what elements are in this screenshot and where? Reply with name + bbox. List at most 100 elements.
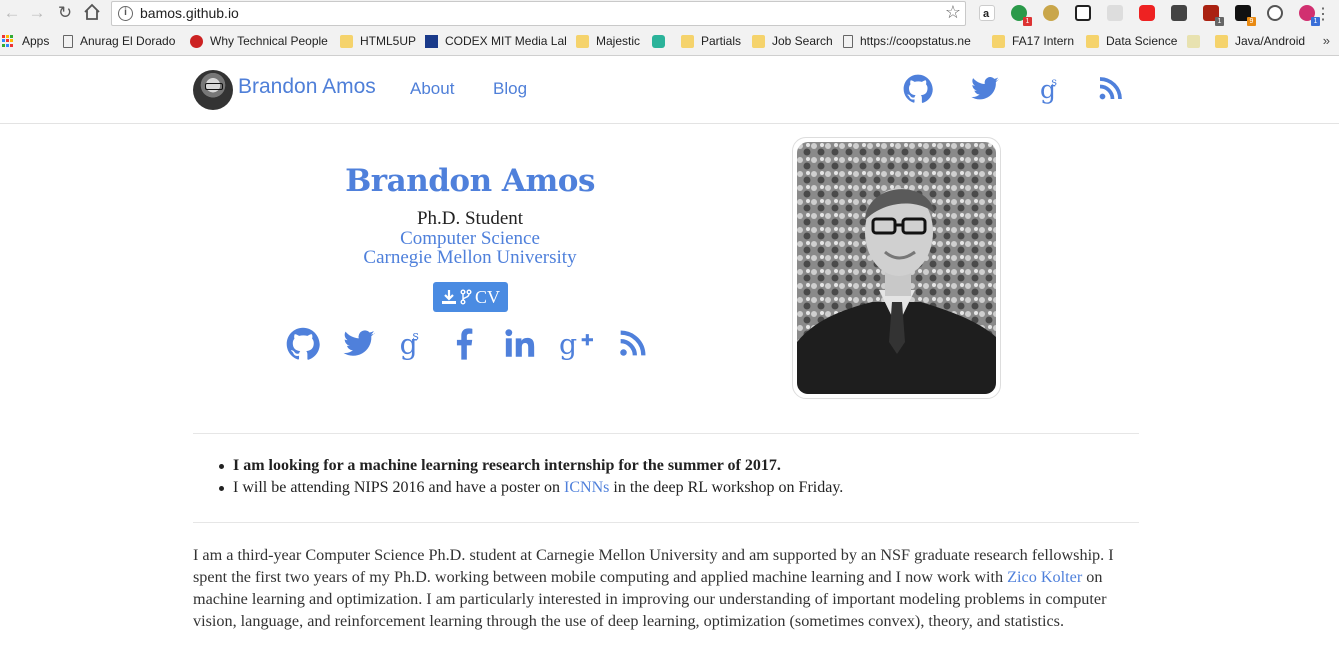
svg-text:a: a (983, 8, 990, 20)
bookmark-label: Why Technical People (210, 34, 328, 48)
extension-icon[interactable] (1075, 5, 1091, 21)
branch-icon (460, 289, 472, 305)
reload-icon[interactable]: ↻ (55, 3, 75, 23)
linkedin-icon[interactable] (503, 327, 537, 361)
bookmarks-bar: Apps Anurag El Dorado Why Technical Peop… (0, 30, 1339, 52)
svg-text:s: s (412, 329, 419, 344)
news-text: I will be attending NIPS 2016 and have a… (233, 479, 565, 496)
google-plus-icon[interactable]: g (559, 327, 593, 361)
folder-icon (340, 34, 353, 48)
extension-icon[interactable] (1139, 5, 1155, 21)
bookmark-label: HTML5UP (360, 34, 417, 48)
page-title: Brandon Amos (345, 163, 595, 199)
bookmark-star-icon[interactable]: ☆ (945, 2, 961, 23)
forward-icon[interactable]: → (27, 3, 47, 23)
bookmark-item[interactable]: Why Technical People (190, 32, 328, 50)
bookmark-apps[interactable]: Apps (2, 32, 49, 50)
folder-icon (1086, 34, 1099, 48)
bookmark-item[interactable]: Partials (681, 32, 741, 50)
bookmark-label: Majestic (596, 34, 641, 48)
bookmark-item[interactable]: Job Search (752, 32, 833, 50)
extension-icon[interactable]: 1 (1011, 5, 1032, 26)
more-bookmarks-icon[interactable]: » (1323, 33, 1330, 48)
news-item: I will be attending NIPS 2016 and have a… (219, 477, 1133, 499)
bookmark-label: CODEX MIT Media Lal (445, 34, 567, 48)
extension-badge: 1 (1215, 17, 1224, 26)
apps-icon (2, 34, 15, 48)
ublock-icon[interactable]: 1 (1203, 5, 1224, 26)
bookmark-label: Partials (701, 34, 742, 48)
bookmark-item[interactable]: Data Science (1086, 32, 1177, 50)
google-scholar-icon[interactable]: gs (394, 327, 428, 361)
extension-badge: 9 (1247, 17, 1256, 26)
portrait-image (797, 142, 996, 394)
address-url[interactable]: bamos.github.io (140, 5, 239, 21)
extension-badge: 1 (1023, 17, 1032, 26)
bookmark-item[interactable]: https://coopstatus.ne (843, 32, 971, 50)
extension-icon[interactable] (1043, 5, 1059, 21)
amazon-extension-icon[interactable]: a (979, 5, 995, 21)
extension-icon[interactable] (1107, 5, 1123, 21)
extension-icon[interactable] (1267, 5, 1283, 21)
bookmark-item[interactable]: Anurag El Dorado (63, 32, 175, 50)
site-icon (652, 34, 665, 48)
address-bar[interactable]: i bamos.github.io ☆ (111, 1, 966, 26)
download-icon (441, 290, 456, 304)
brand-link[interactable]: Brandon Amos (238, 75, 376, 99)
bookmark-label: Apps (22, 34, 50, 48)
nav-blog[interactable]: Blog (493, 79, 527, 99)
avatar[interactable] (193, 70, 233, 110)
facebook-icon[interactable] (447, 327, 481, 361)
profile-photo (792, 137, 1001, 399)
site-info-icon[interactable]: i (118, 6, 133, 21)
google-scholar-icon[interactable]: gs (1035, 74, 1065, 104)
bookmark-item[interactable]: CODEX MIT Media Lal (425, 32, 567, 50)
bio-paragraph: I am a third-year Computer Science Ph.D.… (193, 544, 1139, 632)
extension-icon[interactable] (1171, 5, 1187, 21)
news-text: in the deep RL workshop on Friday. (609, 479, 844, 496)
bookmark-item[interactable]: FA17 Intern (992, 32, 1074, 50)
university-link[interactable]: Carnegie Mellon University (250, 247, 690, 269)
bookmark-label: Job Search (772, 34, 833, 48)
folder-icon (992, 34, 1005, 48)
site-icon (425, 34, 438, 48)
site-icon (1187, 34, 1200, 48)
bookmark-label: FA17 Intern (1012, 34, 1075, 48)
bookmark-item[interactable]: Java/Android (1215, 32, 1305, 50)
bookmark-label: Data Science (1106, 34, 1178, 48)
browser-menu-icon[interactable]: ⋮ (1315, 4, 1331, 24)
bookmark-item[interactable] (652, 32, 672, 50)
folder-icon (752, 34, 765, 48)
bookmark-item[interactable]: Majestic (576, 32, 640, 50)
folder-icon (1215, 34, 1228, 48)
role-text: Ph.D. Student (416, 208, 524, 229)
folder-icon (681, 34, 694, 48)
rss-icon[interactable] (615, 327, 649, 361)
svg-text:g: g (559, 328, 577, 361)
github-icon[interactable] (903, 74, 933, 104)
amazon-assistant-icon[interactable]: 9 (1235, 5, 1256, 26)
news-list: I am looking for a machine learning rese… (219, 455, 1133, 499)
browser-chrome: ← → ↻ i bamos.github.io ☆ a 1 1 9 1 ⋮ Ap… (0, 0, 1339, 56)
news-item: I am looking for a machine learning rese… (219, 455, 1133, 477)
site-icon (190, 34, 203, 48)
home-icon[interactable] (82, 3, 102, 23)
extension-icon[interactable]: 1 (1299, 5, 1320, 26)
advisor-link[interactable]: Zico Kolter (1007, 568, 1082, 586)
bio-text: I am a third-year Computer Science Ph.D.… (193, 546, 1114, 586)
icnn-link[interactable]: ICNNs (564, 479, 609, 496)
back-icon[interactable]: ← (2, 3, 22, 23)
page-icon (843, 34, 853, 48)
cv-download-button[interactable]: CV (433, 282, 508, 312)
twitter-icon[interactable] (342, 327, 376, 361)
github-icon[interactable] (286, 327, 320, 361)
twitter-icon[interactable] (970, 74, 1000, 104)
bookmark-label: https://coopstatus.ne (860, 34, 971, 48)
page-icon (63, 34, 73, 48)
bookmark-label: Anurag El Dorado (80, 34, 176, 48)
bookmark-item[interactable] (1187, 32, 1207, 50)
rss-icon[interactable] (1095, 74, 1125, 104)
divider (193, 522, 1139, 523)
nav-about[interactable]: About (410, 79, 454, 99)
bookmark-item[interactable]: HTML5UP (340, 32, 416, 50)
